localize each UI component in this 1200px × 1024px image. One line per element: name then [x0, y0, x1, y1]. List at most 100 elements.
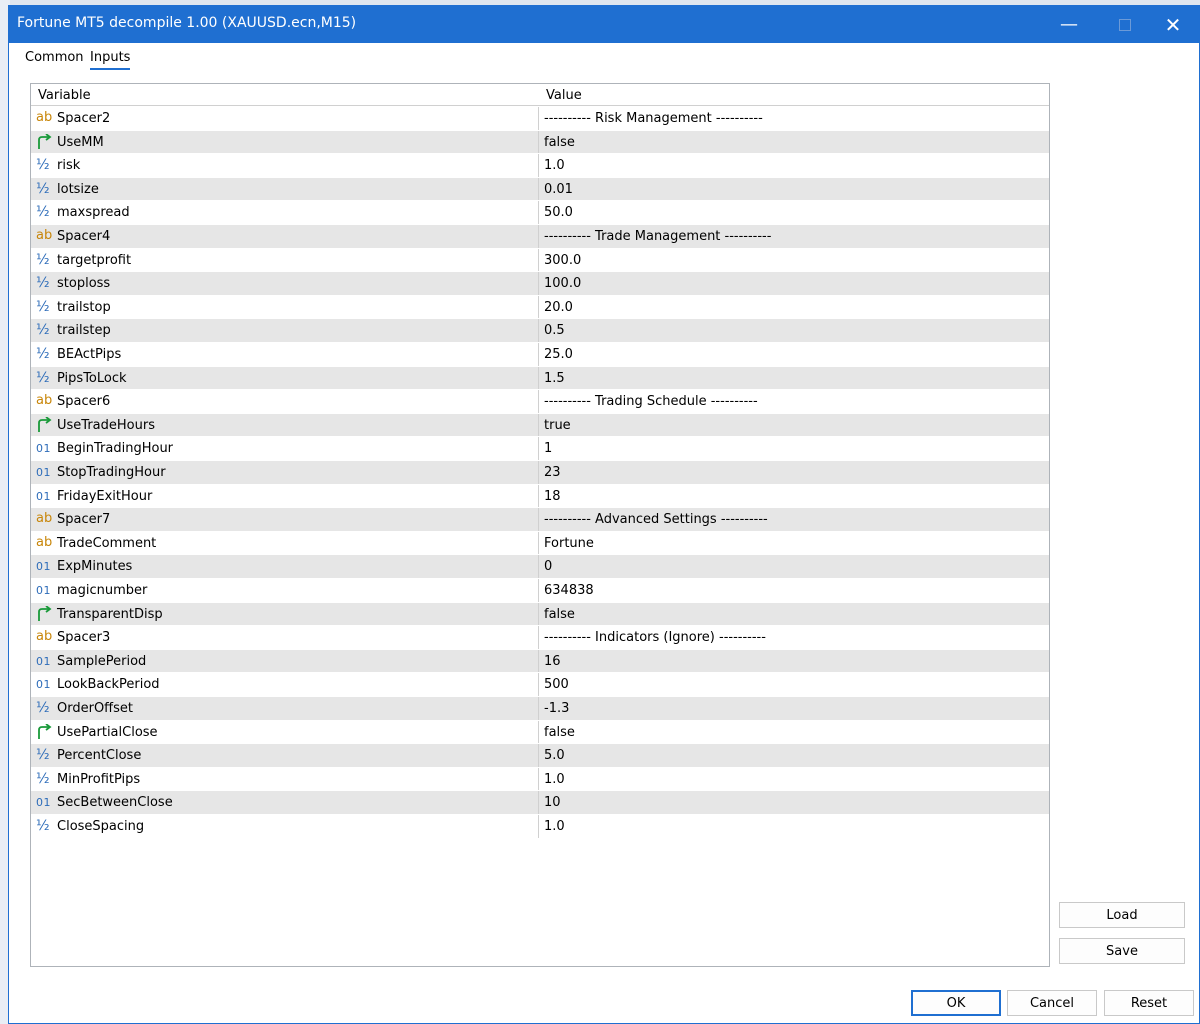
- variable-value[interactable]: ---------- Risk Management ----------: [544, 111, 763, 126]
- variable-value[interactable]: 1.0: [544, 819, 565, 834]
- table-row[interactable]: 01 ExpMinutes 0: [31, 555, 1049, 579]
- variable-value[interactable]: 16: [544, 654, 561, 669]
- variable-value[interactable]: 25.0: [544, 347, 573, 362]
- table-row[interactable]: 01 FridayExitHour 18: [31, 484, 1049, 509]
- table-row[interactable]: ½ risk 1.0: [31, 154, 1049, 178]
- table-row[interactable]: ab Spacer3 ---------- Indicators (Ignore) …: [31, 626, 1049, 650]
- variable-value[interactable]: ---------- Trading Schedule ----------: [544, 394, 758, 409]
- table-row[interactable]: ½ lotsize 0.01: [31, 177, 1049, 202]
- table-row[interactable]: ½ PipsToLock 1.5: [31, 366, 1049, 391]
- close-button[interactable]: ✕: [1145, 6, 1200, 43]
- table-row[interactable]: 01 BeginTradingHour 1: [31, 437, 1049, 461]
- table-row[interactable]: 01 LookBackPeriod 500: [31, 673, 1049, 697]
- table-row[interactable]: ab Spacer4 ---------- Trade Management ---…: [31, 225, 1049, 249]
- table-row[interactable]: 01 SamplePeriod 16: [31, 649, 1049, 674]
- variable-value[interactable]: 500: [544, 677, 569, 692]
- table-row[interactable]: ½ targetprofit 300.0: [31, 248, 1049, 273]
- table-row[interactable]: UseMM false: [31, 130, 1049, 155]
- variable-value[interactable]: ---------- Trade Management ----------: [544, 229, 771, 244]
- integer-type-icon: 01: [36, 489, 51, 503]
- variable-value[interactable]: 300.0: [544, 253, 581, 268]
- save-button[interactable]: Save: [1059, 938, 1185, 964]
- table-row[interactable]: ½ BEActPips 25.0: [31, 343, 1049, 367]
- variable-name: MinProfitPips: [57, 771, 141, 787]
- boolean-type-icon: [36, 133, 54, 151]
- column-divider: [538, 791, 539, 814]
- table-row[interactable]: ab Spacer7 ---------- Advanced Settings --…: [31, 508, 1049, 532]
- variable-value[interactable]: 634838: [544, 583, 594, 598]
- table-row[interactable]: ab Spacer2 ---------- Risk Management ----…: [31, 107, 1049, 131]
- double-type-icon: ½: [36, 747, 50, 764]
- variable-value[interactable]: false: [544, 725, 575, 740]
- inputs-grid[interactable]: Variable Value ab Spacer2 ---------- Risk …: [30, 83, 1050, 967]
- reset-button[interactable]: Reset: [1104, 990, 1194, 1016]
- variable-value[interactable]: 20.0: [544, 300, 573, 315]
- variable-value[interactable]: 0.01: [544, 182, 573, 197]
- variable-value[interactable]: 1.5: [544, 371, 565, 386]
- variable-value[interactable]: false: [544, 135, 575, 150]
- table-row[interactable]: ab Spacer6 ---------- Trading Schedule ---…: [31, 390, 1049, 414]
- table-row[interactable]: ½ maxspread 50.0: [31, 201, 1049, 225]
- column-divider: [538, 602, 539, 626]
- table-row[interactable]: ½ trailstop 20.0: [31, 295, 1049, 320]
- table-row[interactable]: ½ trailstep 0.5: [31, 319, 1049, 343]
- variable-value[interactable]: 18: [544, 489, 561, 504]
- variable-value[interactable]: 50.0: [544, 205, 573, 220]
- table-row[interactable]: 01 StopTradingHour 23: [31, 461, 1049, 485]
- variable-value[interactable]: -1.3: [544, 701, 569, 716]
- table-row[interactable]: ½ stoploss 100.0: [31, 272, 1049, 296]
- table-row[interactable]: TransparentDisp false: [31, 602, 1049, 627]
- title-bar[interactable]: Fortune MT5 decompile 1.00 (XAUUSD.ecn,M…: [9, 6, 1199, 43]
- variable-value[interactable]: ---------- Indicators (Ignore) ---------…: [544, 630, 766, 645]
- table-row[interactable]: UseTradeHours true: [31, 413, 1049, 438]
- tab-common[interactable]: Common: [25, 50, 84, 68]
- variable-value[interactable]: 23: [544, 465, 561, 480]
- variable-value[interactable]: 5.0: [544, 748, 565, 763]
- table-row[interactable]: 01 SecBetweenClose 10: [31, 791, 1049, 815]
- variable-name: PercentClose: [57, 748, 142, 764]
- tab-inputs[interactable]: Inputs: [90, 50, 131, 70]
- column-divider: [538, 295, 539, 319]
- integer-type-icon: 01: [36, 466, 51, 479]
- column-divider: [538, 248, 539, 272]
- variable-value[interactable]: 1.0: [544, 158, 565, 173]
- table-row[interactable]: ½ PercentClose 5.0: [31, 744, 1049, 768]
- minimize-button[interactable]: —: [1041, 6, 1097, 43]
- table-row[interactable]: 01 magicnumber 634838: [31, 579, 1049, 603]
- variable-value[interactable]: 1: [544, 441, 552, 456]
- variable-value[interactable]: 100.0: [544, 276, 581, 291]
- variable-name: maxspread: [57, 205, 130, 221]
- column-header-variable[interactable]: Variable: [38, 88, 91, 103]
- variable-value[interactable]: false: [544, 607, 575, 622]
- double-type-icon: ½: [36, 346, 50, 362]
- string-type-icon: ab: [36, 228, 53, 243]
- table-row[interactable]: ½ MinProfitPips 1.0: [31, 767, 1049, 792]
- column-divider: [538, 272, 539, 295]
- table-row[interactable]: UsePartialClose false: [31, 720, 1049, 745]
- column-divider: [538, 154, 539, 177]
- column-divider: [538, 343, 539, 366]
- column-divider: [538, 413, 539, 437]
- variable-value[interactable]: 0.5: [544, 323, 565, 338]
- variable-value[interactable]: 10: [544, 795, 561, 810]
- double-type-icon: ½: [36, 204, 50, 221]
- integer-type-icon: 01: [36, 678, 51, 692]
- column-divider: [538, 484, 539, 508]
- variable-value[interactable]: true: [544, 418, 571, 433]
- table-row[interactable]: ½ CloseSpacing 1.0: [31, 815, 1049, 839]
- variable-name: Spacer7: [57, 512, 111, 528]
- variable-name: PipsToLock: [57, 370, 127, 386]
- variable-value[interactable]: 1.0: [544, 772, 565, 787]
- load-button[interactable]: Load: [1059, 902, 1185, 928]
- variable-value[interactable]: Fortune: [544, 536, 594, 551]
- cancel-button[interactable]: Cancel: [1007, 990, 1097, 1016]
- table-row[interactable]: ½ OrderOffset -1.3: [31, 697, 1049, 721]
- table-row[interactable]: ab TradeComment Fortune: [31, 531, 1049, 556]
- variable-name: magicnumber: [57, 583, 148, 598]
- variable-value[interactable]: 0: [544, 559, 552, 574]
- string-type-icon: ab: [36, 393, 53, 409]
- column-header-value[interactable]: Value: [546, 88, 582, 103]
- ok-button[interactable]: OK: [911, 990, 1001, 1016]
- variable-value[interactable]: ---------- Advanced Settings ----------: [544, 512, 768, 527]
- column-divider: [538, 767, 539, 791]
